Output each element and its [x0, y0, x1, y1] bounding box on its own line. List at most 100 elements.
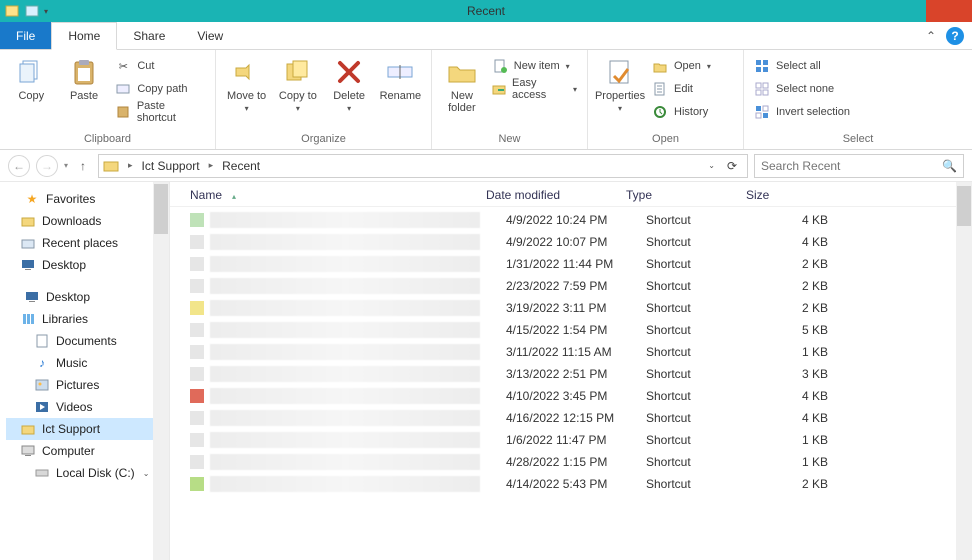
- address-bar[interactable]: ▸ Ict Support ▸ Recent ⌄ ⟳: [98, 154, 748, 178]
- easy-access-button[interactable]: Easy access ▾: [490, 79, 579, 99]
- copy-button[interactable]: Copy: [8, 54, 55, 102]
- tree-recent-places[interactable]: Recent places: [6, 232, 169, 254]
- tree-libraries[interactable]: Libraries: [6, 308, 169, 330]
- table-row[interactable]: 4/15/2022 1:54 PMShortcut5 KB: [170, 319, 972, 341]
- cell-date: 4/9/2022 10:24 PM: [506, 213, 646, 227]
- tree-music[interactable]: ♪Music: [6, 352, 169, 374]
- copy-path-button[interactable]: Copy path: [113, 79, 207, 99]
- col-name[interactable]: Name ▴: [190, 188, 486, 202]
- qat-dropdown[interactable]: ▾: [44, 3, 60, 19]
- select-none-button[interactable]: Select none: [752, 79, 852, 99]
- breadcrumb-seg[interactable]: Recent: [222, 159, 260, 173]
- select-all-icon: [754, 58, 770, 74]
- scrollbar-thumb[interactable]: [957, 186, 971, 226]
- copy-to-button[interactable]: Copy to▾: [275, 54, 320, 113]
- file-icon: [190, 279, 204, 293]
- tree-computer[interactable]: Computer: [6, 440, 169, 462]
- tree-favorites[interactable]: ★Favorites: [6, 188, 169, 210]
- cell-type: Shortcut: [646, 433, 766, 447]
- search-input[interactable]: [761, 159, 942, 173]
- window-title: Recent: [467, 4, 505, 18]
- table-row[interactable]: 3/11/2022 11:15 AMShortcut1 KB: [170, 341, 972, 363]
- invert-selection-button[interactable]: Invert selection: [752, 102, 852, 122]
- new-folder-button[interactable]: New folder: [440, 54, 484, 114]
- table-row[interactable]: 4/9/2022 10:24 PMShortcut4 KB: [170, 209, 972, 231]
- invert-selection-icon: [754, 104, 770, 120]
- easy-access-icon: [492, 81, 506, 97]
- content-scrollbar[interactable]: [956, 182, 972, 560]
- cell-size: 5 KB: [766, 323, 856, 337]
- cell-size: 1 KB: [766, 455, 856, 469]
- cut-button[interactable]: ✂Cut: [113, 56, 207, 76]
- chevron-right-icon[interactable]: ▸: [125, 160, 136, 171]
- edit-button[interactable]: Edit: [650, 79, 713, 99]
- videos-icon: [34, 399, 50, 415]
- tree-videos[interactable]: Videos: [6, 396, 169, 418]
- col-type[interactable]: Type: [626, 188, 746, 202]
- star-icon: ★: [24, 191, 40, 207]
- tab-share[interactable]: Share: [117, 22, 181, 49]
- history-button[interactable]: History: [650, 102, 713, 122]
- tree-scrollbar[interactable]: [153, 182, 169, 560]
- up-button[interactable]: ↑: [74, 159, 92, 173]
- scrollbar-thumb[interactable]: [154, 184, 168, 234]
- help-icon[interactable]: ?: [946, 27, 964, 45]
- file-name-redacted: [210, 432, 480, 448]
- tree-local-disk[interactable]: Local Disk (C:)⌄: [6, 462, 169, 484]
- paste-button[interactable]: Paste: [61, 54, 108, 102]
- tree-downloads[interactable]: Downloads: [6, 210, 169, 232]
- table-row[interactable]: 4/14/2022 5:43 PMShortcut2 KB: [170, 473, 972, 495]
- new-item-button[interactable]: New item ▾: [490, 56, 579, 76]
- refresh-button[interactable]: ⟳: [721, 159, 743, 173]
- table-row[interactable]: 4/9/2022 10:07 PMShortcut4 KB: [170, 231, 972, 253]
- cell-size: 1 KB: [766, 433, 856, 447]
- ribbon-tabs: File Home Share View ⌃ ?: [0, 22, 972, 50]
- properties-button[interactable]: Properties▾: [596, 54, 644, 113]
- delete-button[interactable]: Delete▾: [327, 54, 372, 113]
- file-icon: [190, 389, 204, 403]
- new-folder-icon: [446, 56, 478, 88]
- tree-desktop[interactable]: Desktop: [6, 286, 169, 308]
- table-row[interactable]: 3/19/2022 3:11 PMShortcut2 KB: [170, 297, 972, 319]
- tab-home[interactable]: Home: [51, 22, 117, 50]
- tab-file[interactable]: File: [0, 22, 51, 49]
- address-dropdown[interactable]: ⌄: [708, 161, 715, 170]
- cell-type: Shortcut: [646, 235, 766, 249]
- cell-size: 3 KB: [766, 367, 856, 381]
- col-size[interactable]: Size: [746, 188, 836, 202]
- cell-type: Shortcut: [646, 213, 766, 227]
- tree-ict-support[interactable]: Ict Support: [6, 418, 169, 440]
- tab-view[interactable]: View: [181, 22, 239, 49]
- table-row[interactable]: 2/23/2022 7:59 PMShortcut2 KB: [170, 275, 972, 297]
- recent-locations-dropdown[interactable]: ▾: [64, 161, 68, 170]
- table-row[interactable]: 1/6/2022 11:47 PMShortcut1 KB: [170, 429, 972, 451]
- chevron-right-icon[interactable]: ▸: [206, 160, 217, 171]
- close-button[interactable]: [926, 0, 972, 22]
- copy-to-icon: [282, 56, 314, 88]
- select-all-button[interactable]: Select all: [752, 56, 852, 76]
- sort-indicator-icon: ▴: [232, 192, 236, 201]
- open-button[interactable]: Open ▾: [650, 56, 713, 76]
- search-box[interactable]: 🔍: [754, 154, 964, 178]
- col-date[interactable]: Date modified: [486, 188, 626, 202]
- rename-button[interactable]: Rename: [378, 54, 423, 102]
- paste-shortcut-button[interactable]: Paste shortcut: [113, 102, 207, 122]
- edit-icon: [652, 81, 668, 97]
- table-row[interactable]: 1/31/2022 11:44 PMShortcut2 KB: [170, 253, 972, 275]
- search-icon[interactable]: 🔍: [942, 159, 957, 173]
- forward-button[interactable]: →: [36, 155, 58, 177]
- back-button[interactable]: ←: [8, 155, 30, 177]
- table-row[interactable]: 3/13/2022 2:51 PMShortcut3 KB: [170, 363, 972, 385]
- breadcrumb-seg[interactable]: Ict Support: [142, 159, 200, 173]
- minimize-ribbon-chevron[interactable]: ⌃: [926, 29, 936, 43]
- table-row[interactable]: 4/28/2022 1:15 PMShortcut1 KB: [170, 451, 972, 473]
- move-to-button[interactable]: Move to▾: [224, 54, 269, 113]
- qat-icon[interactable]: [24, 3, 40, 19]
- table-row[interactable]: 4/16/2022 12:15 PMShortcut4 KB: [170, 407, 972, 429]
- table-row[interactable]: 4/10/2022 3:45 PMShortcut4 KB: [170, 385, 972, 407]
- tree-desktop-fav[interactable]: Desktop: [6, 254, 169, 276]
- qat-icon[interactable]: [4, 3, 20, 19]
- file-icon: [190, 235, 204, 249]
- tree-documents[interactable]: Documents: [6, 330, 169, 352]
- tree-pictures[interactable]: Pictures: [6, 374, 169, 396]
